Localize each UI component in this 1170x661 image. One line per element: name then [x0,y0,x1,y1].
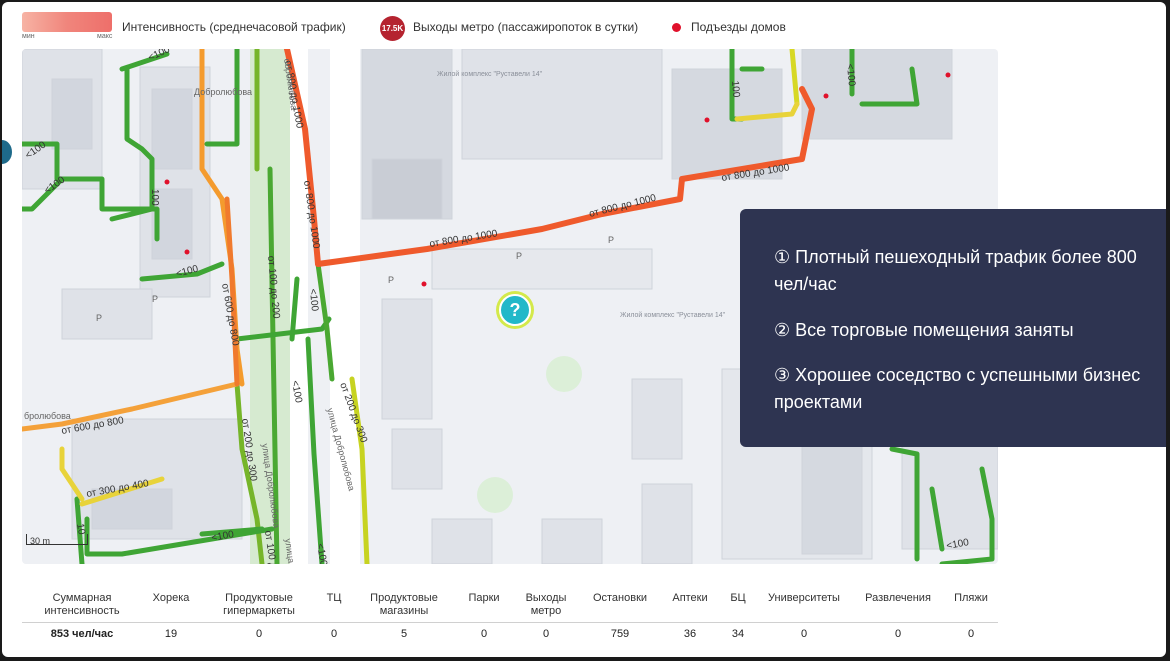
complex-label: Жилой комплекс "Руставели 14" [620,311,726,319]
traffic-segment [305,336,325,564]
stats-header: Аптеки [672,592,708,604]
stats-header: БЦ [730,592,746,604]
road-label: <100 [844,63,857,87]
road-label: от 800 до 1000 [429,228,499,250]
question-mark: ? [509,299,521,320]
entrance-dot [421,281,427,287]
stats-value: 0 [330,628,338,640]
metro-badge-value: 17.5K [381,24,404,33]
stats-value: 853 чел/час [50,628,114,640]
building [51,78,93,150]
stats-value: 5 [400,628,408,640]
road-label: от 600 до 800 [219,283,241,347]
entrance-dot [823,93,829,99]
panel-item: ③ Хорошее соседство с успешными бизнес п… [774,365,1141,412]
stats-value: 0 [894,628,902,640]
parking-icon: P [608,235,614,245]
gradient-min-label: мин [22,33,35,40]
stats-header: Развлечения [865,592,931,604]
building [381,298,433,420]
road-label: <100 [147,49,172,64]
stats-value: 19 [164,628,178,640]
stats-value: 0 [255,628,263,640]
stats-header: Остановки [592,592,648,604]
info-panel: ① Плотный пешеходный трафик более 800 че… [740,209,1166,447]
scale-label: 30 m [30,536,51,546]
intensity-gradient [22,12,112,32]
question-marker-icon[interactable]: ? [499,294,531,326]
parking-icon: P [388,275,394,285]
stats-value: 0 [967,628,975,640]
park-area [477,477,513,513]
stats-value: 34 [731,628,745,640]
road-label: <100 [307,288,320,312]
parking-icon: P [96,313,102,323]
panel-item: ① Плотный пешеходный трафик более 800 че… [774,247,1137,294]
metro-badge-icon: 17.5K [380,16,405,41]
intensity-legend-label: Интенсивность (среднечасовой трафик) [122,20,346,34]
complex-label: Жилой комплекс "Руставели 14" [437,70,543,78]
stats-header: Парки [468,592,500,604]
building [61,288,153,340]
road-label: 100 [729,80,741,98]
stats-value: 0 [542,628,550,640]
stats-header: Суммарная интенсивность [44,592,120,617]
entrance-dot [945,72,951,78]
park-area [546,356,582,392]
gradient-max-label: макс [97,33,113,40]
entrances-legend-label: Подъезды домов [691,20,786,34]
stats-value: 759 [610,628,630,640]
building [641,483,693,564]
stats-header: Хорека [152,592,190,604]
building [461,49,663,160]
road-label: 100 [149,189,160,206]
stats-value: 0 [800,628,808,640]
side-location-marker-icon[interactable] [2,140,12,164]
street-label: Добролюбова [194,87,252,97]
entrance-dot [704,117,710,123]
parking-icon: P [152,294,158,304]
road-label: <100 [314,543,329,564]
stats-header: Продуктовые магазины [370,592,438,617]
stats-header: ТЦ [326,592,342,604]
stats-value: 0 [480,628,488,640]
stats-header: Пляжи [954,592,988,604]
building [431,518,493,564]
stats-header: Университеты [768,592,840,604]
report-frame: мин макс Интенсивность (среднечасовой тр… [2,2,1166,657]
entrance-dot [184,249,190,255]
stats-table: Суммарная интенсивность Хорека Продуктов… [22,584,998,646]
entrance-dot [164,179,170,185]
street-label: бролюбова [24,411,71,421]
building [431,248,653,290]
map-legend: мин макс Интенсивность (среднечасовой тр… [2,2,1166,48]
building [801,443,863,555]
building [631,378,683,460]
stats-header: Выходы метро [525,592,567,617]
stats-value: 36 [683,628,697,640]
stats-header: Продуктовые гипермаркеты [223,592,295,617]
entrance-dot-icon [672,23,681,32]
panel-item: ② Все торговые помещения заняты [774,320,1074,340]
building [541,518,603,564]
metro-legend-label: Выходы метро (пассажиропоток в сутки) [413,20,639,34]
traffic-segment [789,49,800,107]
building [391,428,443,490]
stats-divider [22,622,998,623]
building [151,88,193,170]
parking-icon: P [516,251,522,261]
building [371,158,443,220]
